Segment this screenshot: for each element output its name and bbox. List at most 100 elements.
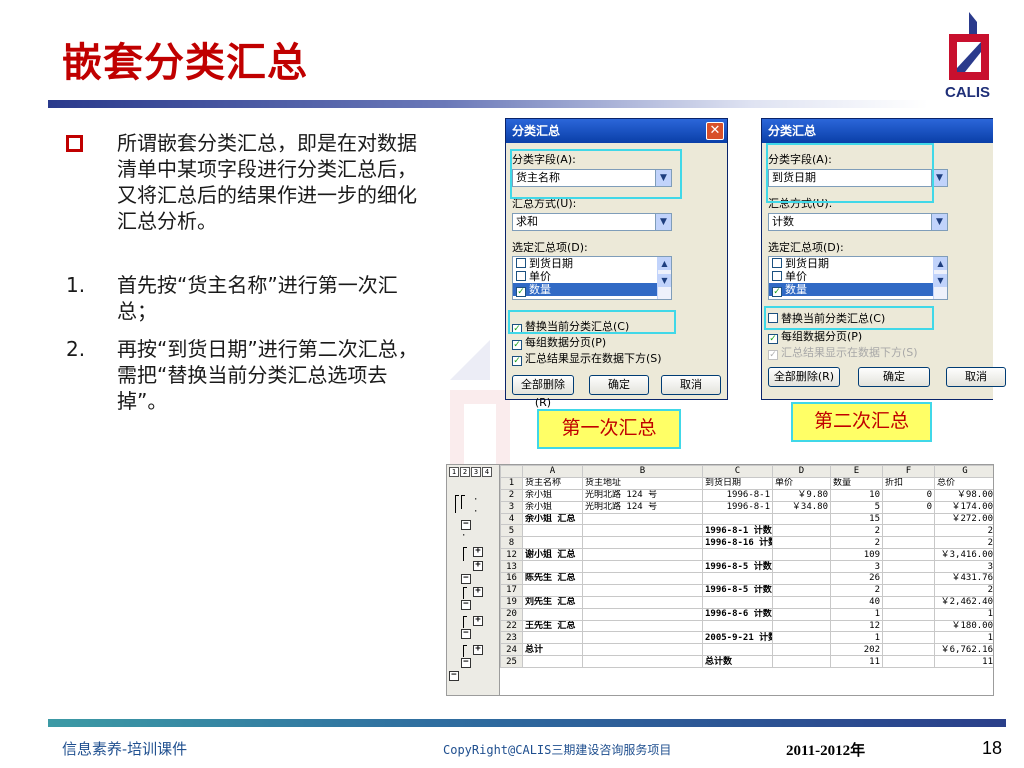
row-number[interactable]: 17 <box>500 583 523 597</box>
table-cell[interactable]: 3 <box>934 560 993 574</box>
checkbox[interactable] <box>516 271 526 281</box>
items-list[interactable]: 到货日期 单价 ✓ 数量 ▲ ▼ <box>768 256 948 300</box>
checkbox[interactable] <box>772 271 782 281</box>
table-cell[interactable] <box>772 572 831 585</box>
table-cell[interactable]: 余小姐 <box>522 488 583 502</box>
table-cell[interactable] <box>882 524 935 538</box>
table-cell[interactable]: ￥431.76 <box>934 572 993 585</box>
checkbox-checked[interactable]: ✓ <box>516 287 526 297</box>
table-cell[interactable]: 40 <box>830 595 883 609</box>
collapse-icon[interactable]: − <box>461 629 471 639</box>
table-cell[interactable] <box>582 619 703 633</box>
table-cell[interactable] <box>772 643 831 657</box>
table-cell[interactable] <box>882 536 935 550</box>
chevron-down-icon[interactable]: ▼ <box>931 214 947 230</box>
cancel-button[interactable]: 取消 <box>946 367 1006 387</box>
page-break-checkbox[interactable]: ✓ 每组数据分页(P) <box>512 334 606 350</box>
table-cell[interactable] <box>522 607 583 621</box>
table-cell[interactable] <box>582 512 703 526</box>
table-cell[interactable] <box>522 560 583 574</box>
table-cell[interactable] <box>582 524 703 538</box>
table-cell[interactable]: 109 <box>830 548 883 562</box>
table-cell[interactable]: 刘先生 汇总 <box>522 595 583 609</box>
table-cell[interactable] <box>772 595 831 609</box>
ok-button[interactable]: 确定 <box>858 367 930 387</box>
table-cell[interactable]: 0 <box>882 488 935 502</box>
table-cell[interactable]: ￥272.00 <box>934 512 993 526</box>
table-cell[interactable]: 货主地址 <box>582 476 703 490</box>
table-cell[interactable]: 12 <box>830 619 883 633</box>
level-2-button[interactable]: 2 <box>460 467 470 477</box>
table-cell[interactable] <box>582 631 703 645</box>
table-cell[interactable] <box>702 512 773 526</box>
row-number[interactable]: 4 <box>500 512 523 526</box>
cancel-button[interactable]: 取消 <box>661 375 721 395</box>
table-cell[interactable] <box>882 560 935 574</box>
row-number[interactable]: 1 <box>500 476 523 490</box>
table-cell[interactable]: 2 <box>830 583 883 597</box>
table-cell[interactable] <box>882 512 935 526</box>
table-cell[interactable] <box>702 548 773 562</box>
list-item-selected[interactable]: ✓ 数量 <box>769 283 947 297</box>
table-cell[interactable]: ￥174.00 <box>934 500 993 514</box>
table-cell[interactable]: 1996-8-5 计数 <box>702 583 773 597</box>
table-cell[interactable]: 1 <box>830 631 883 645</box>
table-cell[interactable]: 到货日期 <box>702 476 773 490</box>
table-cell[interactable]: 2 <box>934 583 993 597</box>
table-cell[interactable]: 余小姐 <box>522 500 583 514</box>
table-cell[interactable] <box>772 631 831 645</box>
table-cell[interactable]: ￥6,762.16 <box>934 643 993 657</box>
ok-button[interactable]: 确定 <box>589 375 649 395</box>
level-1-button[interactable]: 1 <box>449 467 459 477</box>
table-cell[interactable]: 余小姐 汇总 <box>522 512 583 526</box>
table-cell[interactable] <box>702 619 773 633</box>
row-number[interactable]: 25 <box>500 655 523 669</box>
column-header[interactable]: E <box>830 465 883 478</box>
checkbox[interactable] <box>516 258 526 268</box>
remove-all-button[interactable]: 全部删除(R) <box>512 375 574 409</box>
table-cell[interactable] <box>582 560 703 574</box>
scrollbar[interactable]: ▲ ▼ <box>933 257 947 299</box>
table-cell[interactable]: 2005-9-21 计数 <box>702 631 773 645</box>
table-cell[interactable] <box>882 572 935 585</box>
table-cell[interactable]: 5 <box>830 500 883 514</box>
table-cell[interactable]: 3 <box>830 560 883 574</box>
table-cell[interactable]: 11 <box>934 655 993 669</box>
collapse-icon[interactable]: − <box>461 658 471 668</box>
row-number[interactable]: 16 <box>500 572 523 585</box>
row-number[interactable]: 2 <box>500 488 523 502</box>
table-cell[interactable]: ￥34.80 <box>772 500 831 514</box>
table-cell[interactable]: 2 <box>830 524 883 538</box>
table-cell[interactable] <box>772 548 831 562</box>
table-cell[interactable]: 单价 <box>772 476 831 490</box>
corner-cell[interactable] <box>500 465 523 478</box>
checkbox-checked[interactable]: ✓ <box>772 287 782 297</box>
table-cell[interactable]: 1996-8-6 计数 <box>702 607 773 621</box>
table-cell[interactable] <box>582 595 703 609</box>
table-cell[interactable]: 1996-8-1 计数 <box>702 524 773 538</box>
table-cell[interactable]: ￥9.80 <box>772 488 831 502</box>
table-cell[interactable]: 1 <box>830 607 883 621</box>
close-icon[interactable]: ✕ <box>706 122 724 140</box>
table-cell[interactable]: 2 <box>934 536 993 550</box>
table-cell[interactable]: 1996-8-1 <box>702 500 773 514</box>
table-cell[interactable] <box>882 607 935 621</box>
table-cell[interactable] <box>522 655 583 669</box>
table-cell[interactable] <box>882 595 935 609</box>
row-number[interactable]: 23 <box>500 631 523 645</box>
table-cell[interactable]: 光明北路 124 号 <box>582 488 703 502</box>
method-select[interactable]: 计数 ▼ <box>768 213 948 231</box>
table-cell[interactable]: ￥180.00 <box>934 619 993 633</box>
collapse-icon[interactable]: − <box>461 520 471 530</box>
list-item[interactable]: 到货日期 <box>513 257 671 270</box>
level-3-button[interactable]: 3 <box>471 467 481 477</box>
table-cell[interactable] <box>772 560 831 574</box>
table-cell[interactable] <box>582 536 703 550</box>
table-cell[interactable] <box>882 548 935 562</box>
table-cell[interactable]: 总计数 <box>702 655 773 669</box>
table-cell[interactable] <box>882 583 935 597</box>
column-header-selected[interactable]: C <box>702 465 773 478</box>
table-cell[interactable] <box>582 548 703 562</box>
table-cell[interactable]: 折扣 <box>882 476 935 490</box>
table-cell[interactable] <box>582 572 703 585</box>
